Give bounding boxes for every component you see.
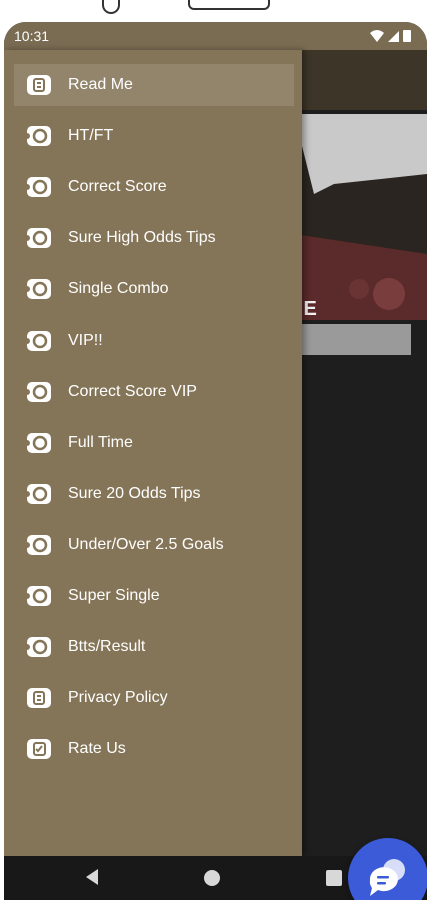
drawer-item-label: Correct Score VIP xyxy=(68,382,197,400)
status-icons xyxy=(370,30,411,42)
banner-strip xyxy=(300,324,411,355)
drawer-item-full-time[interactable]: Full Time xyxy=(4,422,302,464)
drawer-item-read-me[interactable]: Read Me xyxy=(14,64,294,106)
ticket-icon xyxy=(24,482,52,506)
drawer-item-label: Single Combo xyxy=(68,280,169,298)
status-time: 10:31 xyxy=(14,28,50,44)
drawer-item-label: HT/FT xyxy=(68,127,114,145)
wifi-icon xyxy=(370,30,384,42)
speaker-grille xyxy=(188,0,270,10)
drawer-item-label: Correct Score xyxy=(68,178,167,196)
drawer-item-label: VIP!! xyxy=(68,331,103,349)
battery-icon xyxy=(403,30,411,42)
drawer-item-single-combo[interactable]: Single Combo xyxy=(4,268,302,310)
rate-icon xyxy=(26,737,52,761)
drawer-item-super-single[interactable]: Super Single xyxy=(4,575,302,617)
drawer-item-sure-20-odds-tips[interactable]: Sure 20 Odds Tips xyxy=(4,473,302,515)
drawer-item-sure-high-odds-tips[interactable]: Sure High Odds Tips xyxy=(4,217,302,259)
drawer-item-under-over-2-5-goals[interactable]: Under/Over 2.5 Goals xyxy=(4,524,302,566)
drawer-item-privacy-policy[interactable]: Privacy Policy xyxy=(4,677,302,719)
back-button[interactable] xyxy=(86,869,98,885)
ticket-icon xyxy=(24,635,52,659)
navigation-drawer: Read Me HT/FT Correct Score Sure High Odds … xyxy=(4,50,302,856)
camera-cutout xyxy=(102,0,120,14)
drawer-item-correct-score[interactable]: Correct Score xyxy=(4,166,302,208)
ticket-icon xyxy=(24,226,52,250)
info-icon xyxy=(26,73,52,97)
ticket-icon xyxy=(24,380,52,404)
ticket-icon xyxy=(24,277,52,301)
ticket-icon xyxy=(24,124,52,148)
drawer-item-label: Read Me xyxy=(68,76,133,93)
drawer-item-label: Btts/Result xyxy=(68,638,146,656)
info-icon xyxy=(26,686,52,710)
drawer-item-correct-score-vip[interactable]: Correct Score VIP xyxy=(4,371,302,413)
ticket-icon xyxy=(24,584,52,608)
ticket-icon xyxy=(24,175,52,199)
drawer-item-label: Super Single xyxy=(68,587,160,604)
ticket-icon xyxy=(24,329,52,353)
ticket-icon xyxy=(24,533,52,557)
drawer-item-label: Sure High Odds Tips xyxy=(68,229,216,247)
status-bar: 10:31 xyxy=(4,22,427,50)
drawer-item-label: Under/Over 2.5 Goals xyxy=(68,535,224,553)
drawer-item-rate-us[interactable]: Rate Us xyxy=(4,728,302,770)
recents-button[interactable] xyxy=(326,870,342,886)
signal-icon xyxy=(388,31,399,42)
drawer-item-label: Rate Us xyxy=(68,740,126,758)
screen: 10:31 RE Read Me HT/FT Correct Score Sure H… xyxy=(4,22,427,900)
banner-image xyxy=(294,114,427,320)
drawer-item-btts-result[interactable]: Btts/Result xyxy=(4,626,302,668)
drawer-item-label: Full Time xyxy=(68,433,133,451)
chat-icon xyxy=(369,859,405,896)
drawer-item-label: Sure 20 Odds Tips xyxy=(68,484,201,502)
drawer-item-vip[interactable]: VIP!! xyxy=(4,320,302,362)
phone-frame: 10:31 RE Read Me HT/FT Correct Score Sure H… xyxy=(0,0,431,900)
home-button[interactable] xyxy=(204,870,220,886)
drawer-item-ht-ft[interactable]: HT/FT xyxy=(4,115,302,157)
drawer-item-label: Privacy Policy xyxy=(68,689,168,707)
ticket-icon xyxy=(24,431,52,455)
